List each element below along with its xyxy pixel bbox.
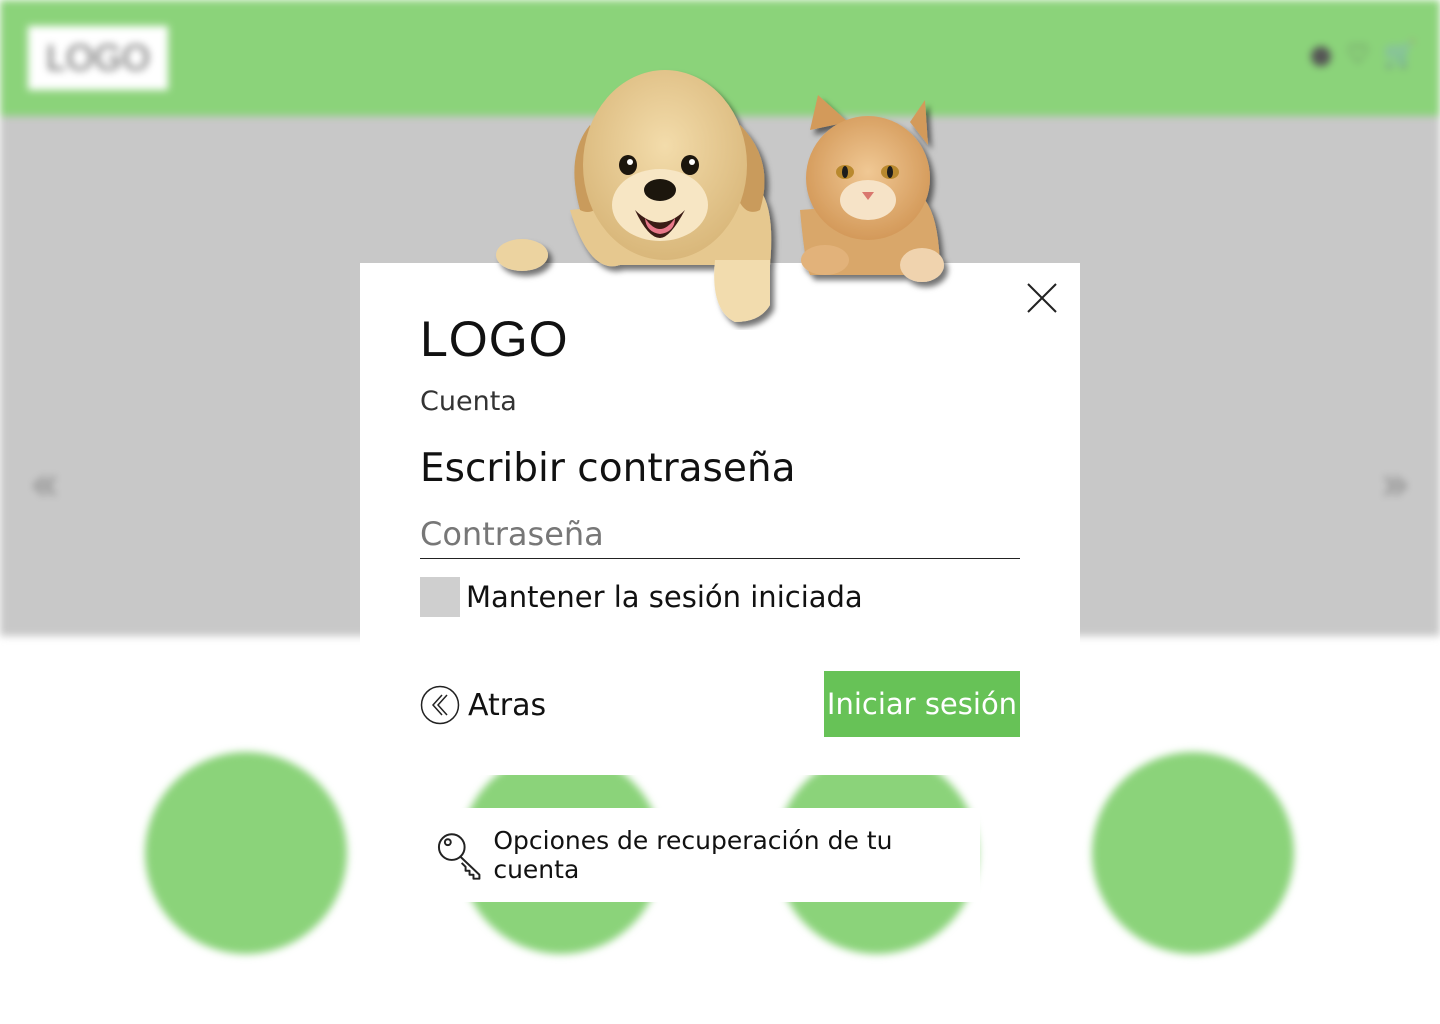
cart-icon: 🛒: [1383, 40, 1416, 70]
pets-illustration: [496, 70, 944, 322]
signin-button[interactable]: Iniciar sesión: [824, 671, 1020, 737]
key-icon: [437, 833, 481, 880]
bg-header-icons: ● ♡ 🛒: [1310, 40, 1416, 70]
bg-next-arrow-icon: »: [1380, 456, 1410, 512]
keep-session-checkbox[interactable]: [420, 577, 460, 617]
back-button[interactable]: Atras: [420, 685, 546, 725]
account-subtitle: Cuenta: [420, 386, 517, 417]
page-title: Escribir contraseña: [420, 446, 796, 491]
close-button[interactable]: [1022, 278, 1062, 318]
back-label: Atras: [468, 687, 547, 723]
close-icon: [1027, 283, 1057, 313]
password-input[interactable]: [420, 510, 1020, 559]
bg-category-circle: [145, 752, 347, 954]
puppy-image: [496, 70, 772, 322]
keep-session-label: Mantener la sesión iniciada: [466, 580, 863, 614]
account-recovery-link[interactable]: Opciones de recuperación de tu cuenta: [428, 808, 980, 902]
bg-prev-arrow-icon: «: [30, 456, 60, 512]
heart-icon: ♡: [1346, 40, 1370, 70]
user-icon: ●: [1309, 40, 1333, 70]
bg-logo: LOGO: [28, 26, 168, 90]
cat-image: [800, 95, 944, 282]
modal-logo: LOGO: [420, 311, 569, 367]
keep-session-option[interactable]: Mantener la sesión iniciada: [420, 577, 863, 617]
bg-category-circle: [1092, 752, 1294, 954]
chevron-left-circle-icon: [420, 685, 460, 725]
recovery-label: Opciones de recuperación de tu cuenta: [493, 826, 893, 884]
